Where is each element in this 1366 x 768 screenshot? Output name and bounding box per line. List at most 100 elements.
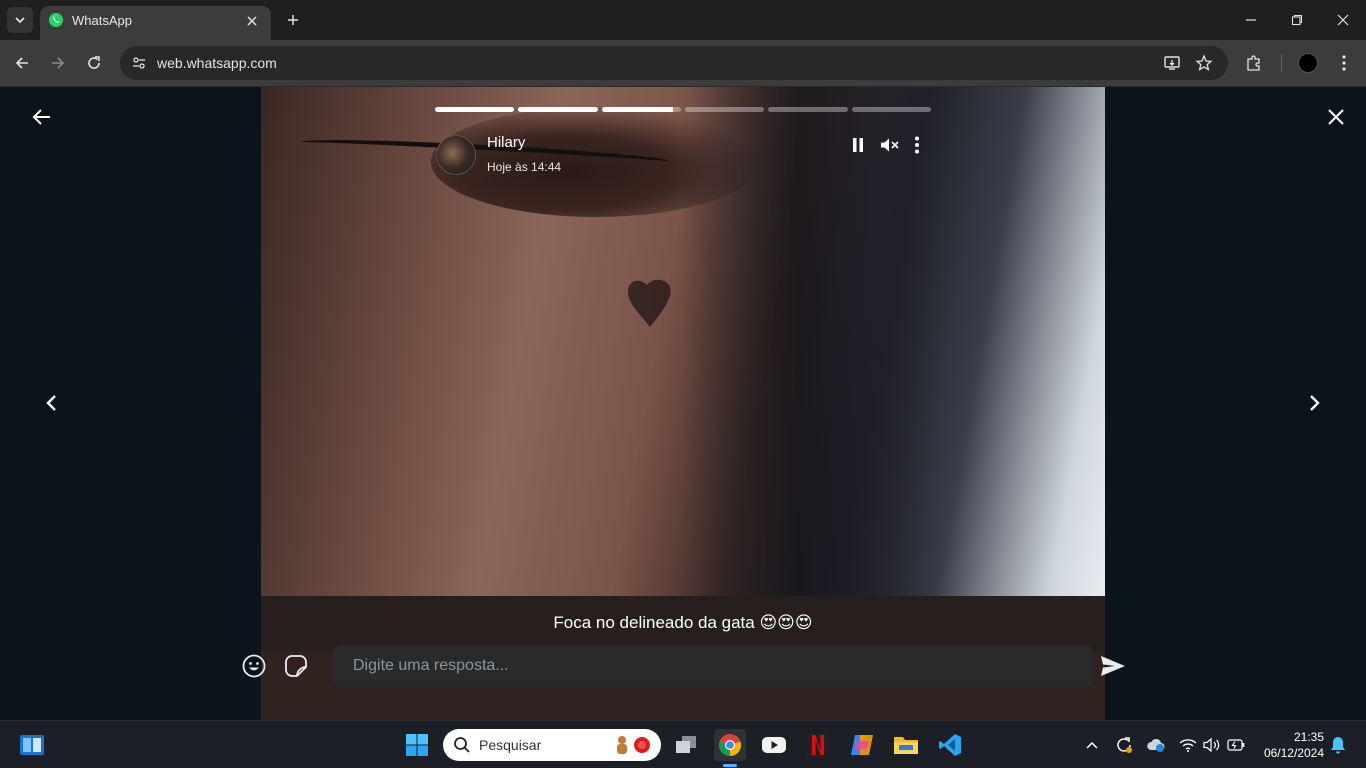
windows-logo-icon	[406, 734, 428, 756]
chrome-taskbar-button[interactable]	[714, 729, 746, 761]
send-button[interactable]	[1099, 652, 1127, 680]
progress-segment-fill	[601, 107, 674, 112]
star-icon	[1195, 54, 1213, 71]
browser-tab-whatsapp[interactable]: WhatsApp	[40, 6, 271, 40]
task-view-button[interactable]	[670, 729, 702, 761]
reply-input[interactable]	[333, 645, 1093, 687]
next-status-button[interactable]	[1302, 390, 1328, 416]
sender-avatar[interactable]	[436, 135, 476, 175]
vscode-taskbar-button[interactable]	[934, 729, 966, 761]
kebab-menu-icon	[1342, 55, 1346, 71]
chrome-menu-button[interactable]	[1330, 49, 1358, 77]
forward-nav-button[interactable]	[44, 49, 72, 77]
chevron-left-icon	[46, 395, 56, 411]
notifications-button[interactable]	[1328, 735, 1348, 755]
pause-icon	[853, 138, 863, 152]
sender-name[interactable]: Hilary	[487, 134, 525, 151]
send-icon	[1101, 656, 1125, 676]
tab-close-button[interactable]	[241, 10, 263, 32]
youtube-taskbar-button[interactable]	[758, 729, 790, 761]
cloud-icon	[1147, 738, 1165, 752]
tab-search-button[interactable]	[7, 7, 33, 33]
windows-taskbar: Pesquisar 21:35 06/12/2024	[0, 720, 1366, 768]
battery-icon	[1227, 739, 1245, 751]
back-nav-button[interactable]	[8, 49, 36, 77]
youtube-icon	[762, 737, 786, 753]
progress-segment	[768, 107, 848, 112]
bookmark-button[interactable]	[1192, 51, 1216, 75]
sticker-icon	[285, 655, 307, 677]
clock-date: 06/12/2024	[1263, 746, 1324, 760]
taskbar-search[interactable]: Pesquisar	[443, 729, 661, 761]
close-icon	[247, 16, 257, 26]
browser-toolbar: web.whatsapp.com	[0, 40, 1366, 87]
search-placeholder: Pesquisar	[479, 737, 542, 753]
vscode-icon	[939, 734, 961, 756]
tune-icon	[133, 57, 145, 69]
mute-button[interactable]	[878, 133, 902, 157]
status-viewer: Hilary Hoje às 14:44 Foca no delineado d…	[0, 87, 1366, 720]
profile-avatar[interactable]	[1298, 53, 1318, 73]
window-close-button[interactable]	[1328, 6, 1358, 34]
close-viewer-button[interactable]	[1322, 103, 1350, 131]
url-text: web.whatsapp.com	[157, 55, 277, 71]
tab-title: WhatsApp	[72, 13, 132, 28]
restore-button[interactable]	[1282, 6, 1312, 34]
install-app-button[interactable]	[1160, 51, 1184, 75]
browser-tab-bar: WhatsApp	[0, 0, 1366, 40]
minimize-button[interactable]	[1236, 6, 1266, 34]
new-tab-button[interactable]	[281, 8, 305, 32]
copilot-taskbar-button[interactable]	[846, 729, 878, 761]
status-menu-button[interactable]	[905, 133, 929, 157]
status-timestamp: Hoje às 14:44	[487, 160, 562, 174]
progress-segment-fill	[435, 107, 515, 112]
plus-icon	[288, 15, 298, 25]
progress-segment	[601, 107, 681, 112]
chrome-icon	[718, 734, 742, 757]
file-explorer-button[interactable]	[890, 729, 922, 761]
close-icon	[1337, 14, 1349, 26]
active-app-indicator	[723, 764, 737, 767]
copilot-icon	[851, 735, 873, 755]
search-icon	[454, 737, 470, 753]
previous-status-button[interactable]	[38, 390, 64, 416]
status-progress-bar	[435, 107, 931, 113]
pause-button[interactable]	[846, 133, 870, 157]
volume-icon	[1203, 737, 1220, 753]
sync-tray-icon[interactable]	[1114, 735, 1134, 755]
site-info-button[interactable]	[126, 50, 152, 76]
volume-mute-icon	[881, 138, 899, 152]
onedrive-tray-icon[interactable]	[1146, 735, 1166, 755]
minimize-icon	[1246, 19, 1256, 21]
volume-tray-icon[interactable]	[1202, 735, 1222, 755]
wifi-icon	[1179, 739, 1197, 752]
folder-icon	[894, 737, 918, 754]
widgets-button[interactable]	[16, 729, 48, 761]
address-bar[interactable]: web.whatsapp.com	[120, 46, 1228, 80]
progress-segment-fill	[518, 107, 598, 112]
reload-button[interactable]	[80, 49, 108, 77]
sticker-button[interactable]	[283, 653, 309, 679]
wifi-tray-icon[interactable]	[1178, 735, 1198, 755]
battery-tray-icon[interactable]	[1226, 735, 1246, 755]
heart-drawing	[627, 279, 671, 327]
progress-segment	[684, 107, 765, 112]
start-button[interactable]	[401, 729, 433, 761]
emoji-button[interactable]	[241, 653, 267, 679]
netflix-taskbar-button[interactable]	[802, 729, 834, 761]
extensions-button[interactable]	[1240, 49, 1268, 77]
progress-segment	[435, 107, 515, 112]
widgets-icon	[20, 735, 44, 755]
chevron-down-icon	[15, 17, 25, 24]
clock-time: 21:35	[1293, 730, 1324, 744]
whatsapp-icon	[49, 13, 63, 27]
status-caption: Foca no delineado da gata 😍😍😍	[553, 613, 813, 632]
back-button[interactable]	[28, 103, 56, 131]
toolbar-separator	[1281, 54, 1282, 72]
close-icon	[1328, 109, 1344, 125]
chevron-up-icon	[1086, 741, 1098, 749]
tray-overflow-button[interactable]	[1082, 735, 1102, 755]
sync-icon	[1117, 737, 1132, 753]
netflix-icon	[807, 733, 829, 757]
progress-segment	[518, 107, 598, 112]
